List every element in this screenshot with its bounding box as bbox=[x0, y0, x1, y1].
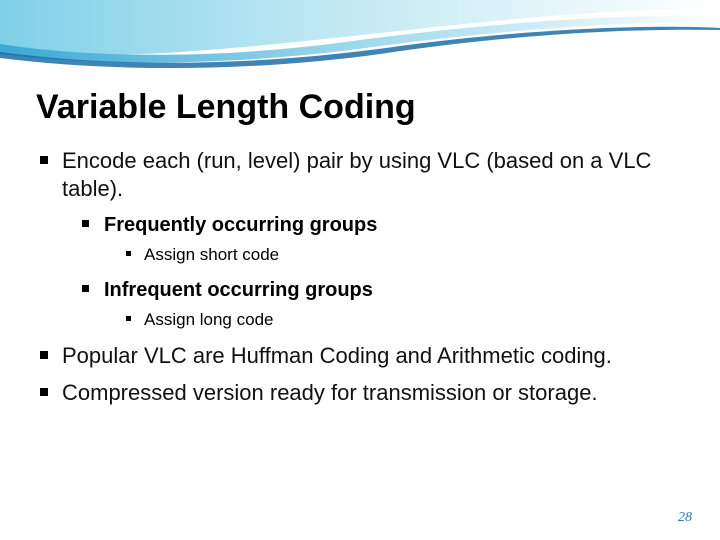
bullet-text: Infrequent occurring groups bbox=[104, 279, 373, 301]
bullet-l2: Frequently occurring groups Assign short… bbox=[80, 212, 684, 267]
slide: Variable Length Coding Encode each (run,… bbox=[0, 0, 720, 540]
bullet-l1: Encode each (run, level) pair by using V… bbox=[36, 147, 684, 332]
bullet-l1: Popular VLC are Huffman Coding and Arith… bbox=[36, 342, 684, 370]
bullet-l3: Assign long code bbox=[126, 309, 684, 332]
bullet-list: Encode each (run, level) pair by using V… bbox=[36, 147, 684, 407]
bullet-l1: Compressed version ready for transmissio… bbox=[36, 379, 684, 407]
bullet-l3: Assign short code bbox=[126, 244, 684, 267]
bullet-text: Assign long code bbox=[144, 310, 273, 329]
bullet-text: Compressed version ready for transmissio… bbox=[62, 380, 598, 405]
bullet-text: Assign short code bbox=[144, 245, 279, 264]
bullet-l2: Infrequent occurring groups Assign long … bbox=[80, 277, 684, 332]
page-number: 28 bbox=[678, 510, 692, 526]
bullet-text: Popular VLC are Huffman Coding and Arith… bbox=[62, 343, 612, 368]
bullet-text: Encode each (run, level) pair by using V… bbox=[62, 148, 651, 201]
slide-title: Variable Length Coding bbox=[36, 88, 684, 127]
bullet-text: Frequently occurring groups bbox=[104, 214, 377, 236]
